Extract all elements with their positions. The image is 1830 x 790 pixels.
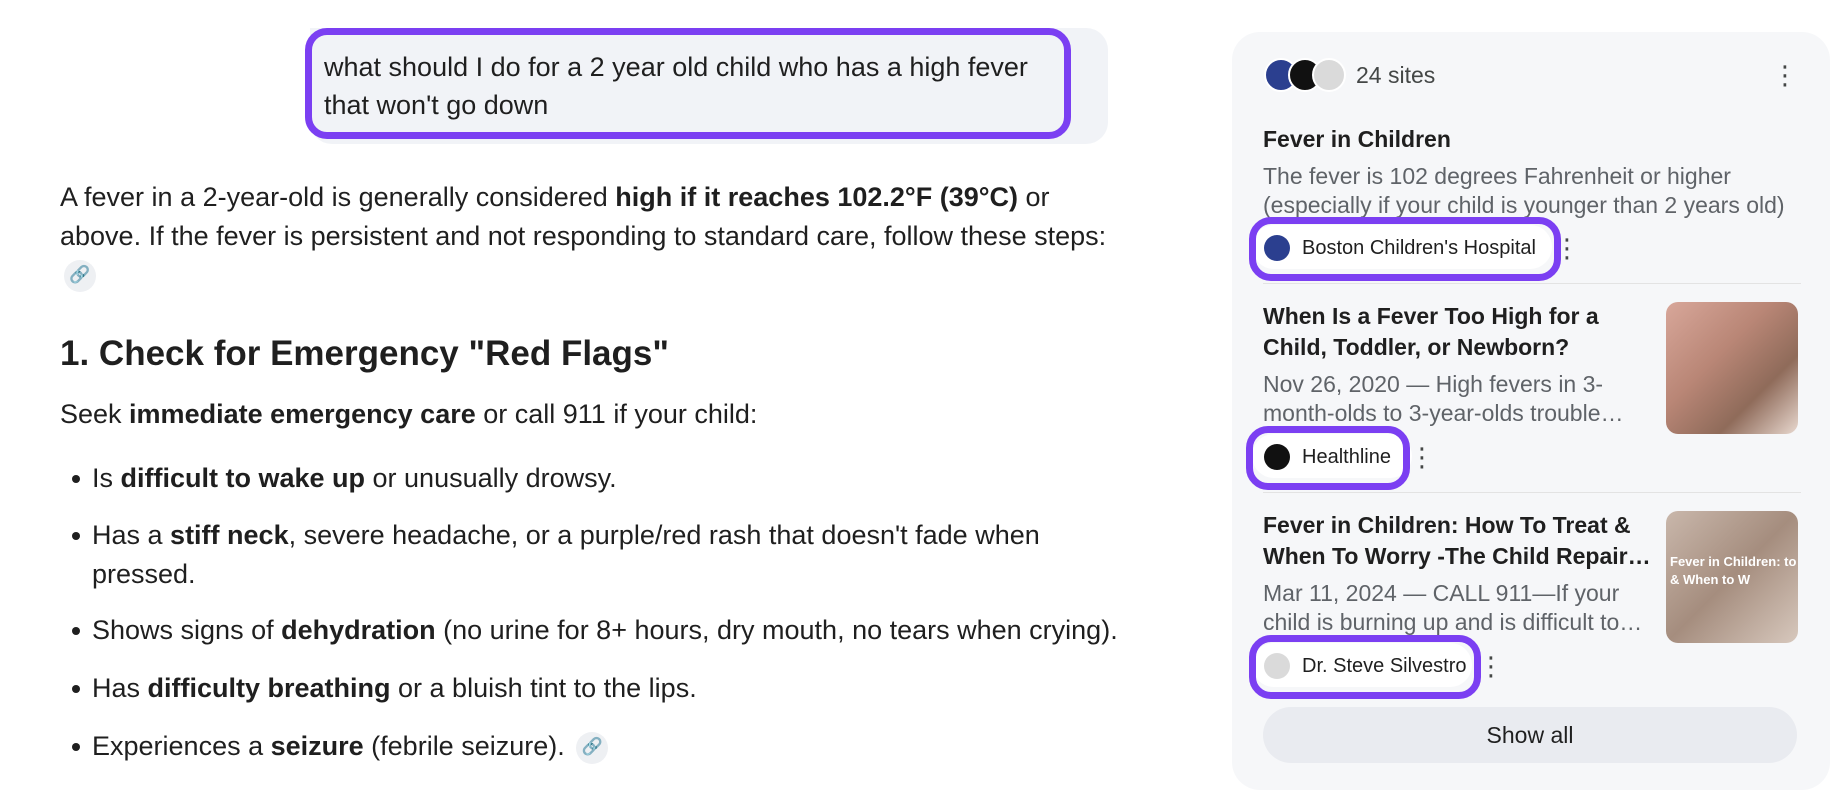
source-title[interactable]: Fever in Children: How To Treat & When T…: [1263, 510, 1663, 572]
hospital-logo-icon: [1264, 235, 1290, 261]
more-options-icon[interactable]: ⋮: [1409, 442, 1435, 472]
source-snippet: Mar 11, 2024 — CALL 911—If your child is…: [1263, 580, 1643, 635]
user-query-text: what should I do for a 2 year old child …: [324, 52, 1028, 120]
divider: [1263, 492, 1801, 493]
source-title[interactable]: Fever in Children: [1263, 124, 1783, 155]
sites-count[interactable]: 24 sites: [1356, 60, 1435, 90]
link-icon[interactable]: 🔗: [64, 259, 96, 292]
bullet-dot: [72, 685, 80, 693]
source-thumbnail[interactable]: [1666, 302, 1798, 434]
list-item: Experiences a seizure (febrile seizure).…: [72, 727, 1122, 766]
answer-intro: A fever in a 2-year-old is generally con…: [60, 178, 1110, 294]
bullet-dot: [72, 743, 80, 751]
source-title[interactable]: When Is a Fever Too High for a Child, To…: [1263, 301, 1663, 363]
source-site-name: Dr. Steve Silvestro: [1302, 655, 1467, 677]
seek-care-paragraph: Seek immediate emergency care or call 91…: [60, 399, 758, 429]
show-all-button[interactable]: Show all: [1263, 707, 1797, 763]
source-snippet: Nov 26, 2020 — High fevers in 3-month-ol…: [1263, 371, 1624, 426]
divider: [1263, 283, 1801, 284]
source-site-name: Healthline: [1302, 446, 1391, 468]
list-item: Is difficult to wake up or unusually dro…: [72, 459, 1122, 498]
bullet-dot: [72, 475, 80, 483]
source-thumbnail[interactable]: Fever in Children: to Do & When to W: [1666, 511, 1798, 643]
stethoscope-icon: [1264, 653, 1290, 679]
stethoscope-icon: [1312, 58, 1346, 92]
healthline-logo-icon: [1264, 444, 1290, 470]
list-item: Has difficulty breathing or a bluish tin…: [72, 669, 1122, 708]
more-options-icon[interactable]: ⋮: [1772, 60, 1798, 90]
source-snippet: The fever is 102 degrees Fahrenheit or h…: [1263, 163, 1785, 218]
section-heading: 1. Check for Emergency "Red Flags": [60, 334, 669, 373]
list-item: Has a stiff neck, severe headache, or a …: [72, 516, 1122, 593]
thumbnail-text: Fever in Children: to Do & When to W: [1670, 554, 1798, 587]
bullet-dot: [72, 627, 80, 635]
list-item: Shows signs of dehydration (no urine for…: [72, 611, 1122, 650]
source-site-name: Boston Children's Hospital: [1302, 237, 1536, 259]
more-options-icon[interactable]: ⋮: [1554, 233, 1580, 263]
bullet-dot: [72, 532, 80, 540]
link-icon[interactable]: 🔗: [576, 731, 609, 764]
more-options-icon[interactable]: ⋮: [1478, 651, 1504, 681]
